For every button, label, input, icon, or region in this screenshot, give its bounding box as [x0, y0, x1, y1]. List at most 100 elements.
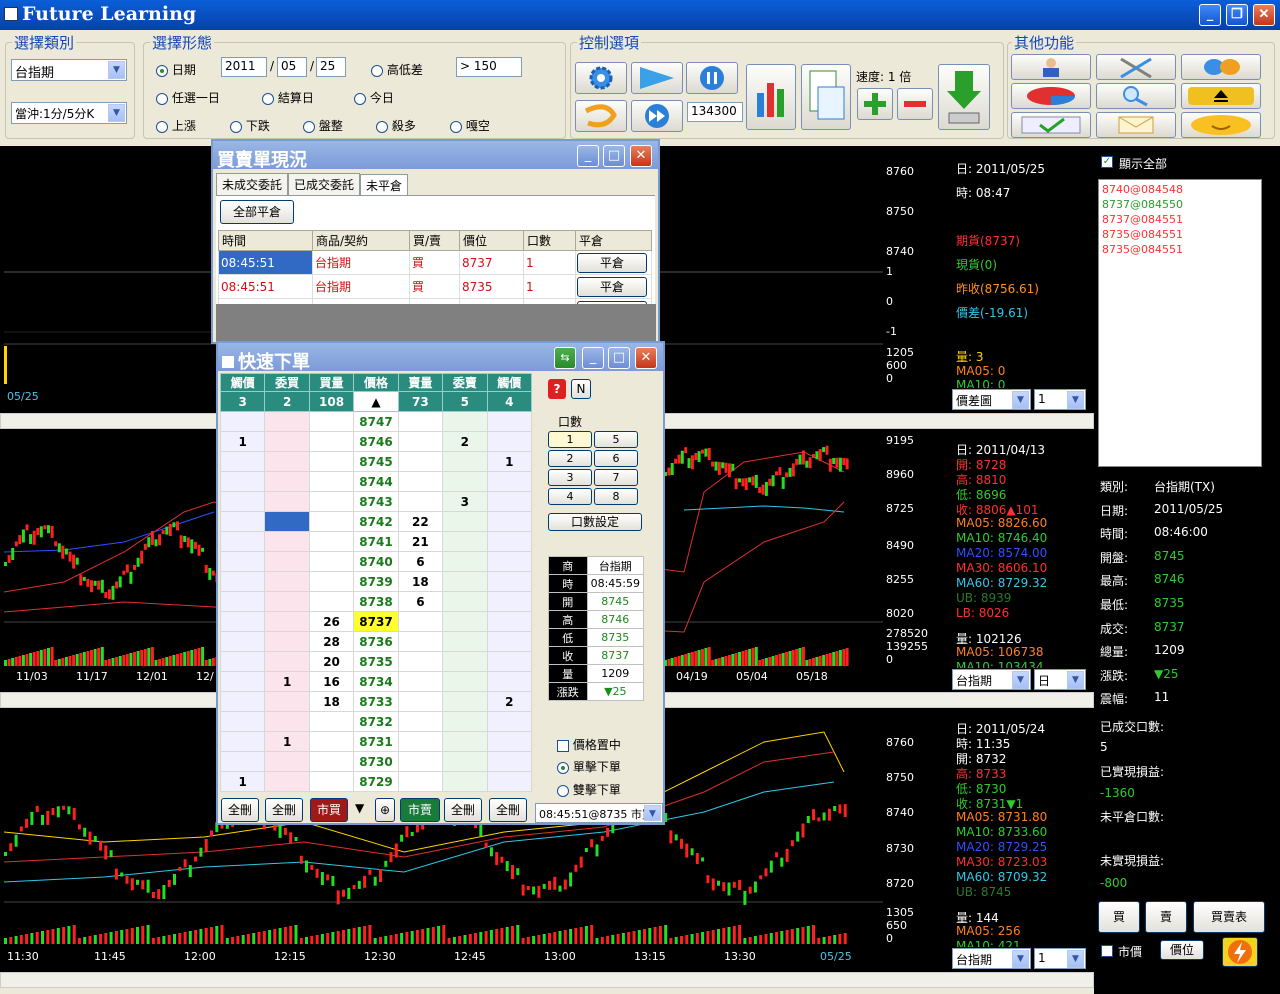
bid-orders-cell[interactable] [264, 691, 310, 712]
interval-select[interactable]: 當沖:1分/5分K ▼ [11, 102, 127, 124]
orders-close-button[interactable]: ✕ [630, 145, 652, 167]
pane3-period-select[interactable]: 1 ▼ [1034, 948, 1086, 969]
radio-down[interactable]: 下跌 [230, 117, 270, 134]
ask-orders-cell[interactable] [442, 551, 488, 572]
bid-orders-cell[interactable]: 1 [264, 671, 310, 692]
bid-orders-cell[interactable] [264, 551, 310, 572]
fills-listbox[interactable]: 8740@084548 8737@084550 8737@084551 8735@08… [1098, 179, 1262, 467]
ask-size-cell[interactable] [397, 411, 444, 432]
pause-button[interactable] [686, 62, 738, 94]
ask-orders-cell[interactable] [442, 691, 488, 712]
qty-button-2[interactable]: 2 [548, 450, 592, 467]
trigger-sell-cell[interactable] [486, 611, 533, 632]
radio-anyday[interactable]: 任選一日 [156, 89, 220, 106]
qty-button-7[interactable]: 7 [594, 469, 638, 486]
delete-all-trigger-buy-button[interactable]: 全刪 [221, 798, 259, 822]
double-click-option[interactable]: 雙擊下單 [557, 781, 621, 798]
speed-down-button[interactable] [897, 88, 933, 120]
radio-squeezeshort[interactable]: 嘎空 [450, 117, 490, 134]
trigger-buy-cell[interactable] [219, 451, 266, 472]
tab-pending[interactable]: 未成交委託 [216, 173, 289, 195]
bid-orders-cell[interactable] [264, 431, 310, 452]
bid-orders-cell[interactable] [264, 411, 310, 432]
bid-size-cell[interactable] [308, 451, 355, 472]
ask-size-cell[interactable] [397, 711, 444, 732]
ask-orders-cell[interactable] [442, 451, 488, 472]
trigger-buy-cell[interactable] [219, 571, 266, 592]
product-select[interactable]: 台指期 ▼ [11, 59, 127, 81]
trigger-buy-cell[interactable] [219, 491, 266, 512]
ask-size-cell[interactable] [397, 431, 444, 452]
bid-size-cell[interactable]: 18 [308, 691, 355, 712]
qty-button-6[interactable]: 6 [594, 450, 638, 467]
close-button[interactable]: ✕ [1253, 4, 1275, 26]
bid-orders-cell[interactable]: 1 [264, 731, 310, 752]
qty-button-8[interactable]: 8 [594, 488, 638, 505]
bid-size-cell[interactable] [308, 571, 355, 592]
pane2-period-select[interactable]: 日 ▼ [1034, 669, 1086, 690]
smile-button[interactable] [1181, 112, 1261, 138]
bid-orders-cell[interactable] [264, 491, 310, 512]
check-button[interactable] [1011, 112, 1091, 138]
trigger-buy-cell[interactable] [219, 411, 266, 432]
bid-size-cell[interactable] [308, 751, 355, 772]
trigger-sell-cell[interactable] [486, 671, 533, 692]
download-button[interactable] [938, 64, 990, 130]
bid-size-cell[interactable] [308, 491, 355, 512]
delete-all-trigger-sell-button[interactable]: 全刪 [489, 798, 527, 822]
trigger-sell-cell[interactable] [486, 771, 533, 792]
ask-orders-cell[interactable] [442, 591, 488, 612]
delete-all-bid-button[interactable]: 全刪 [265, 798, 303, 822]
qty-button-1[interactable]: 1 [548, 431, 592, 448]
trigger-sell-cell[interactable] [486, 411, 533, 432]
pane3-scrollbar[interactable] [0, 972, 1094, 988]
ask-orders-cell[interactable] [442, 631, 488, 652]
bid-orders-cell[interactable] [264, 571, 310, 592]
bid-size-cell[interactable] [308, 551, 355, 572]
trigger-buy-cell[interactable] [219, 551, 266, 572]
radio-settle[interactable]: 結算日 [262, 89, 314, 106]
fill-item[interactable]: 8737@084550 [1102, 197, 1258, 212]
pane3-product-select[interactable]: 台指期 ▼ [952, 948, 1031, 969]
scroll-up-button[interactable]: ▲ [353, 391, 399, 412]
help-icon[interactable]: ? [548, 379, 566, 399]
tab-filled[interactable]: 已成交委託 [288, 173, 361, 195]
trigger-buy-cell[interactable] [219, 711, 266, 732]
trigger-sell-cell[interactable] [486, 571, 533, 592]
order-row[interactable]: 08:45:51台指期買87351平倉 [218, 274, 652, 299]
bid-orders-cell[interactable] [264, 611, 310, 632]
crosshair-button[interactable]: ⊕ [375, 798, 395, 822]
ask-size-cell[interactable] [397, 651, 444, 672]
price-button[interactable]: 價位 [1160, 940, 1204, 960]
maximize-button[interactable]: ❐ [1226, 4, 1248, 26]
ask-size-cell[interactable] [397, 611, 444, 632]
ask-orders-cell[interactable] [442, 651, 488, 672]
trigger-sell-cell[interactable] [486, 511, 533, 532]
pane1-mode-select[interactable]: 價差圖 ▼ [952, 389, 1031, 410]
ask-size-cell[interactable] [397, 451, 444, 472]
trigger-sell-cell[interactable]: 1 [486, 451, 533, 472]
order-list-button[interactable]: 買賣表 [1193, 901, 1265, 933]
trigger-buy-cell[interactable]: 1 [219, 431, 266, 452]
ask-size-cell[interactable] [397, 491, 444, 512]
speed-up-button[interactable] [857, 88, 893, 120]
buy-button[interactable]: 買 [1098, 901, 1140, 933]
radio-today[interactable]: 今日 [354, 89, 394, 106]
dropdown-icon[interactable]: ▼ [355, 801, 364, 815]
ask-orders-cell[interactable]: 3 [442, 491, 488, 512]
bid-orders-cell[interactable] [264, 591, 310, 612]
year-input[interactable]: 2011 [221, 57, 267, 77]
show-all-checkbox[interactable]: ✓ [1101, 156, 1113, 168]
trigger-sell-cell[interactable] [486, 711, 533, 732]
bid-size-cell[interactable] [308, 731, 355, 752]
trigger-sell-cell[interactable] [486, 431, 533, 452]
trigger-buy-cell[interactable] [219, 731, 266, 752]
ask-orders-cell[interactable] [442, 771, 488, 792]
orders-minimize-button[interactable]: _ [577, 145, 599, 167]
trigger-sell-cell[interactable] [486, 731, 533, 752]
ask-orders-cell[interactable]: 2 [442, 431, 488, 452]
tab-open-positions[interactable]: 未平倉 [360, 174, 409, 196]
ask-orders-cell[interactable] [442, 411, 488, 432]
ask-orders-cell[interactable] [442, 611, 488, 632]
pane2-product-select[interactable]: 台指期 ▼ [952, 669, 1031, 690]
